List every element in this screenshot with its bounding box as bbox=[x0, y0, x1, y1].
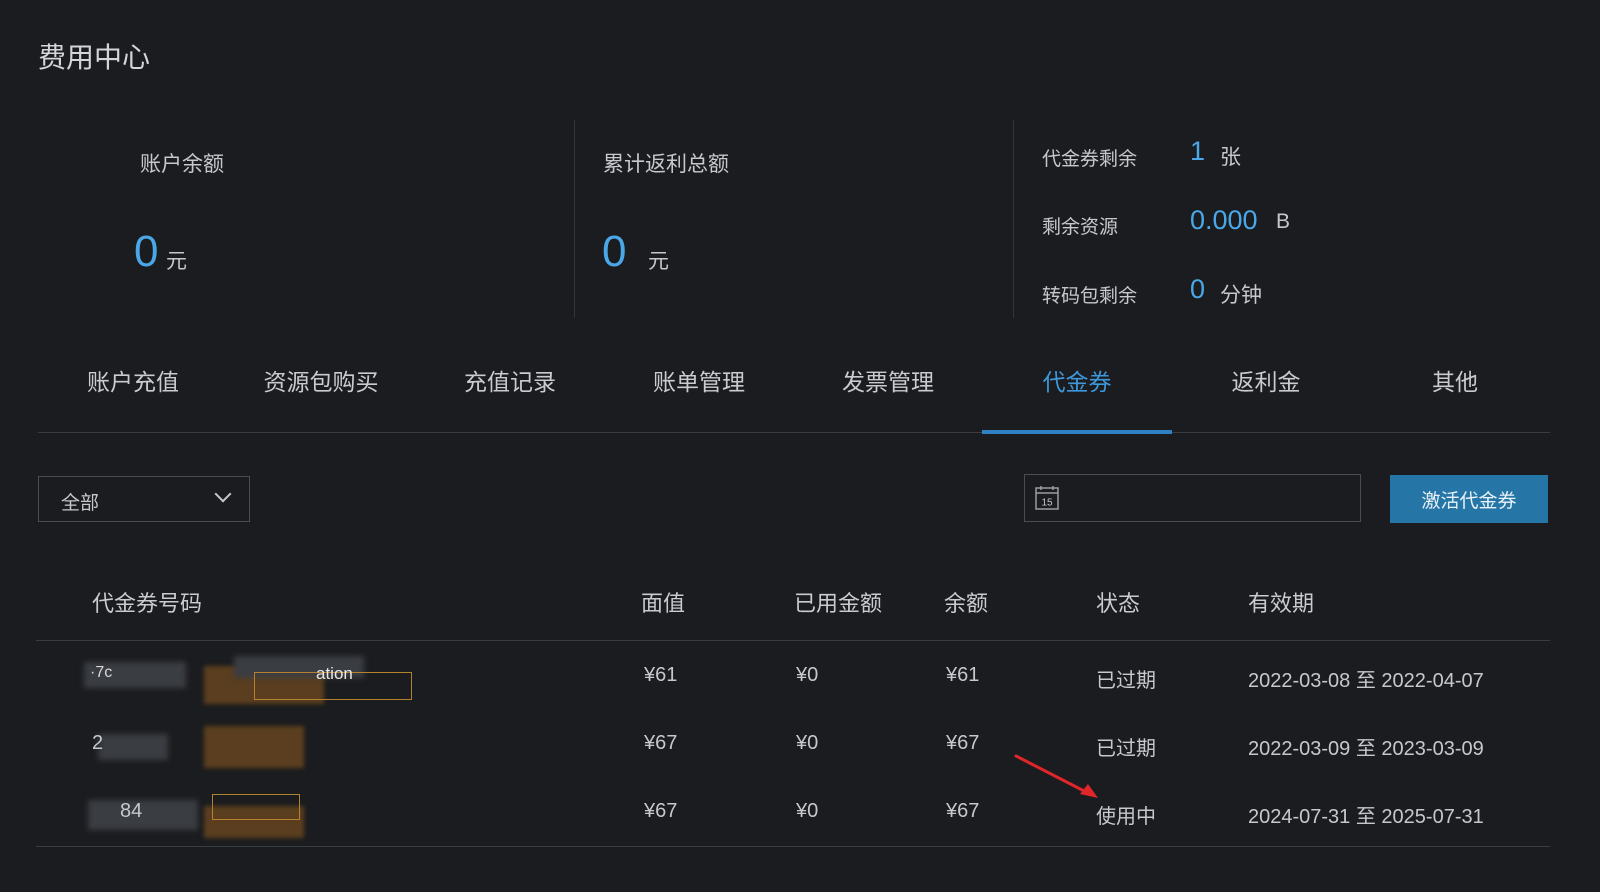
col-used-amount: 已用金额 bbox=[794, 591, 883, 616]
calendar-icon: 15 bbox=[1035, 486, 1059, 510]
resource-remaining-unit: B bbox=[1276, 210, 1291, 233]
rebate-unit: 元 bbox=[648, 250, 669, 273]
tab-invoice-management[interactable]: 发票管理 bbox=[793, 350, 983, 432]
table-header: 代金券号码 面值 已用金额 余额 状态 有效期 bbox=[36, 570, 1550, 641]
cell-balance: ¥67 bbox=[946, 800, 980, 822]
cell-used-amount: ¥0 bbox=[796, 800, 819, 822]
transcode-remaining-value: 0 bbox=[1190, 274, 1206, 304]
balance-value: 0 bbox=[134, 227, 159, 276]
col-voucher-code: 代金券号码 bbox=[92, 591, 203, 616]
resource-remaining-value: 0.000 bbox=[1190, 205, 1258, 235]
col-face-value: 面值 bbox=[641, 591, 686, 616]
page-title: 费用中心 bbox=[38, 42, 151, 73]
cell-balance: ¥67 bbox=[946, 732, 980, 754]
date-range-input[interactable]: 15 bbox=[1024, 474, 1361, 522]
chevron-down-icon bbox=[214, 485, 232, 503]
table-bottom-border bbox=[36, 846, 1550, 847]
divider bbox=[574, 120, 575, 318]
cell-face-value: ¥67 bbox=[644, 800, 678, 822]
voucher-code-fragment: 84 bbox=[120, 800, 143, 822]
tab-recharge-records[interactable]: 充值记录 bbox=[415, 350, 605, 432]
transcode-remaining-unit: 分钟 bbox=[1220, 284, 1262, 307]
transcode-remaining-label: 转码包剩余 bbox=[1042, 286, 1138, 307]
voucher-remaining-unit: 张 bbox=[1220, 146, 1241, 169]
status-select[interactable]: 全部 bbox=[38, 476, 250, 522]
resource-remaining-label: 剩余资源 bbox=[1042, 217, 1119, 238]
balance-unit: 元 bbox=[166, 250, 187, 273]
table-row: ·7c ation ¥61 ¥0 ¥61 已过期 2022-03-08 至 20… bbox=[36, 642, 1550, 710]
cell-used-amount: ¥0 bbox=[796, 664, 819, 686]
calendar-day: 15 bbox=[1041, 498, 1053, 509]
activate-voucher-button[interactable]: 激活代金券 bbox=[1390, 475, 1548, 523]
rebate-value: 0 bbox=[602, 227, 627, 276]
balance-label: 账户余额 bbox=[140, 153, 224, 176]
cell-validity: 2022-03-08 至 2022-04-07 bbox=[1248, 670, 1484, 692]
voucher-remaining-value: 1 bbox=[1190, 136, 1206, 166]
tab-bar: 账户充值 资源包购买 充值记录 账单管理 发票管理 代金券 返利金 其他 bbox=[38, 350, 1550, 434]
cell-face-value: ¥61 bbox=[644, 664, 678, 686]
tab-other[interactable]: 其他 bbox=[1360, 350, 1550, 432]
redacted-voucher-code bbox=[92, 720, 312, 768]
col-balance: 余额 bbox=[944, 591, 989, 616]
voucher-tag-fragment: ation bbox=[316, 664, 353, 683]
tab-bill-management[interactable]: 账单管理 bbox=[604, 350, 794, 432]
divider bbox=[1013, 120, 1014, 318]
voucher-code-fragment: 2 bbox=[92, 732, 104, 754]
cell-balance: ¥61 bbox=[946, 664, 980, 686]
annotation-arrow-icon bbox=[1014, 754, 1098, 798]
cell-status: 已过期 bbox=[1096, 670, 1156, 692]
tab-recharge[interactable]: 账户充值 bbox=[38, 350, 228, 432]
table-row: 2 ¥67 ¥0 ¥67 已过期 2022-03-09 至 2023-03-09 bbox=[36, 710, 1550, 778]
cell-validity: 2022-03-09 至 2023-03-09 bbox=[1248, 738, 1484, 760]
rebate-label: 累计返利总额 bbox=[603, 153, 729, 176]
tab-resource-package[interactable]: 资源包购买 bbox=[226, 350, 416, 432]
cell-validity: 2024-07-31 至 2025-07-31 bbox=[1248, 806, 1484, 828]
table-row: 84 ¥67 ¥0 ¥67 使用中 2024-07-31 至 2025-07-3… bbox=[36, 778, 1550, 846]
tab-rebate[interactable]: 返利金 bbox=[1171, 350, 1361, 432]
tab-vouchers[interactable]: 代金券 bbox=[982, 350, 1172, 434]
status-select-value: 全部 bbox=[61, 493, 100, 514]
voucher-remaining-label: 代金券剩余 bbox=[1042, 149, 1138, 170]
cell-used-amount: ¥0 bbox=[796, 732, 819, 754]
voucher-code-fragment: ·7c bbox=[90, 664, 113, 681]
col-status: 状态 bbox=[1096, 591, 1141, 616]
cell-face-value: ¥67 bbox=[644, 732, 678, 754]
summary-panel: 账户余额 0 元 累计返利总额 0 元 代金券剩余 1 张 剩余资源 0.000… bbox=[38, 120, 1550, 320]
col-validity: 有效期 bbox=[1248, 591, 1315, 616]
